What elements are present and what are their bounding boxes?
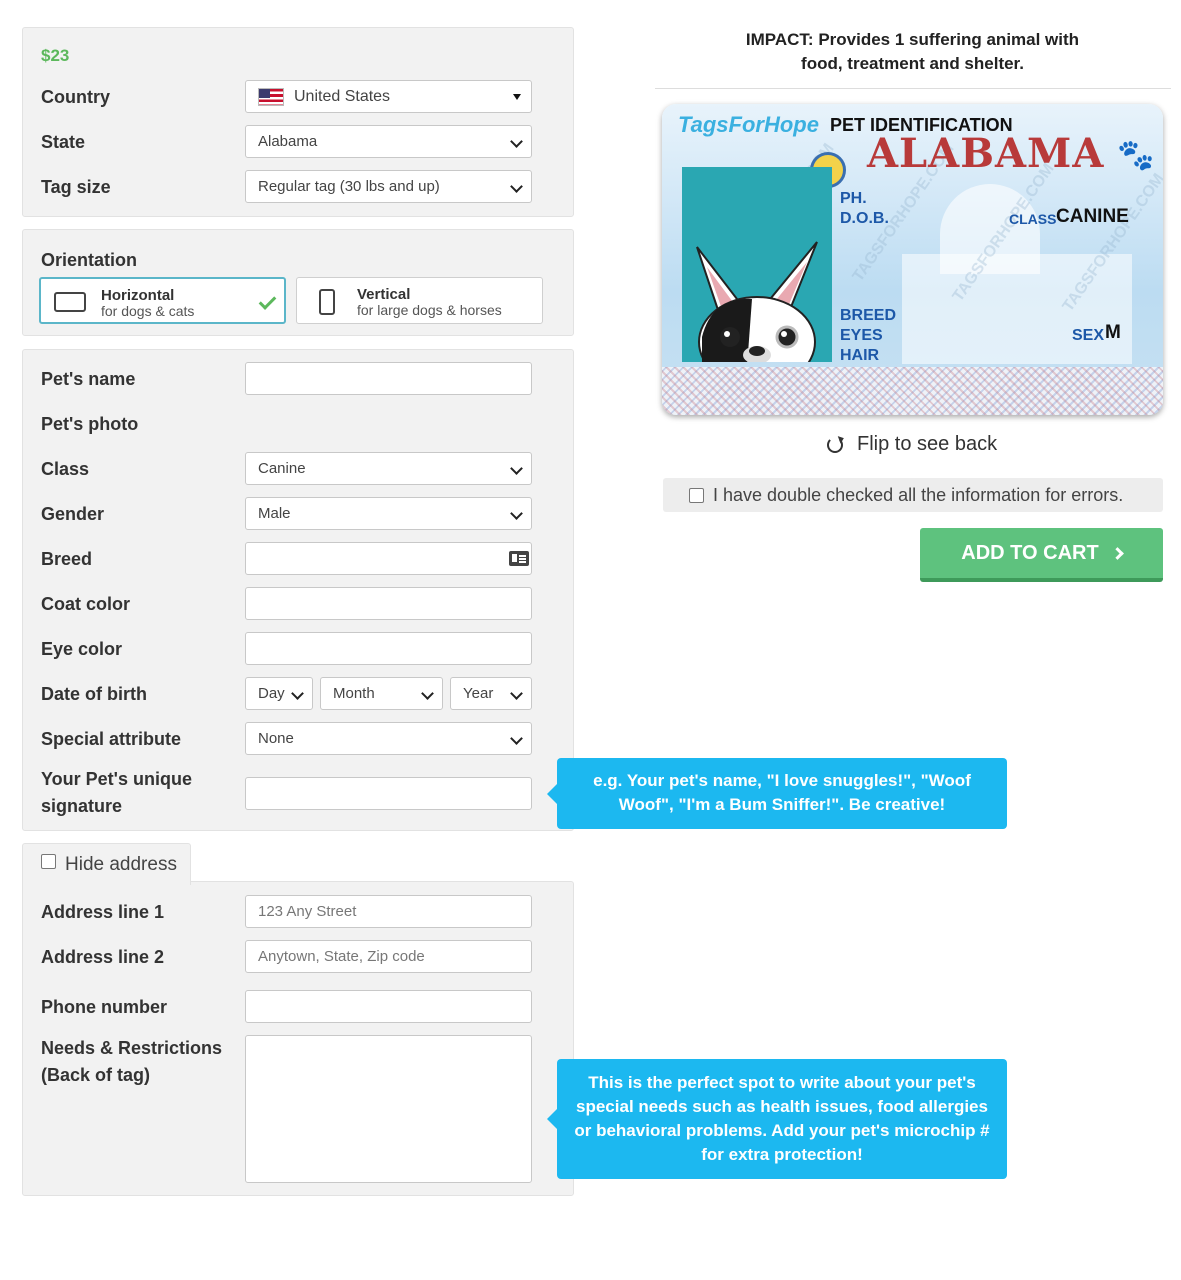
signature-input[interactable] [245, 777, 532, 810]
dob-day-value: Day [258, 685, 285, 702]
orientation-horizontal-subtitle: for dogs & cats [101, 303, 195, 319]
card-field-hair: HAIR [840, 347, 880, 364]
pet-photo-label: Pet's photo [41, 414, 139, 434]
signature-label: Your Pet's unique signature [41, 769, 192, 816]
pet-name-label: Pet's name [41, 369, 136, 389]
dob-label: Date of birth [41, 684, 147, 704]
tag-size-select[interactable]: Regular tag (30 lbs and up) [245, 170, 532, 203]
divider [655, 88, 1171, 89]
breed-label: Breed [41, 549, 93, 569]
add-to-cart-button[interactable]: ADD TO CART [920, 528, 1163, 582]
vertical-tag-icon [319, 289, 335, 315]
coat-color-input[interactable] [245, 587, 532, 620]
pet-details-panel: Pet's name Pet's photo Class Canine Gend… [22, 349, 574, 831]
gender-value: Male [258, 505, 291, 522]
contact-card-icon [509, 551, 529, 566]
phone-label: Phone number [41, 997, 168, 1017]
tag-size-label: Tag size [41, 177, 111, 197]
tag-size-value: Regular tag (30 lbs and up) [258, 178, 440, 195]
needs-textarea[interactable] [245, 1035, 532, 1183]
impact-text: IMPACT: Provides 1 suffering animal with… [745, 30, 1080, 73]
add-to-cart-label: ADD TO CART [961, 541, 1099, 564]
card-sex-value: M [1105, 322, 1121, 343]
orientation-vertical-option[interactable]: Vertical for large dogs & horses [296, 277, 543, 324]
needs-label: Needs & Restrictions (Back of tag) [41, 1038, 223, 1085]
dob-year-select[interactable]: Year [450, 677, 532, 710]
country-select[interactable]: United States [245, 80, 532, 113]
special-attribute-label: Special attribute [41, 729, 182, 749]
hide-address-checkbox[interactable] [41, 854, 56, 869]
price: $23 [41, 46, 70, 65]
dob-month-value: Month [333, 685, 375, 702]
dob-month-select[interactable]: Month [320, 677, 443, 710]
pet-photo [682, 167, 832, 362]
caret-down-icon [513, 94, 521, 100]
country-label: Country [41, 87, 110, 107]
breed-input[interactable] [245, 542, 532, 575]
card-brand: TagsForHope [678, 112, 819, 137]
card-state: ALABAMA [867, 130, 1105, 177]
hide-address-label: Hide address [65, 853, 177, 875]
orientation-vertical-subtitle: for large dogs & horses [357, 302, 502, 318]
card-guilloche-band [662, 367, 1163, 415]
class-value: Canine [258, 460, 306, 477]
address-line1-input[interactable]: 123 Any Street [245, 895, 532, 928]
coat-color-label: Coat color [41, 594, 131, 614]
eye-color-input[interactable] [245, 632, 532, 665]
chevron-right-icon [1110, 546, 1124, 560]
special-attribute-value: None [258, 730, 294, 747]
card-field-sex: SEX [1072, 327, 1105, 344]
gender-label: Gender [41, 504, 105, 524]
card-field-ph: PH. [840, 190, 867, 207]
hide-address-toggle[interactable]: Hide address [22, 843, 191, 885]
address-line2-label: Address line 2 [41, 947, 165, 967]
state-value: Alabama [258, 133, 318, 150]
needs-tooltip: This is the perfect spot to write about … [547, 1059, 1007, 1179]
state-select[interactable]: Alabama [245, 125, 532, 158]
dob-year-value: Year [463, 685, 494, 702]
address-panel: Address line 1 123 Any Street Address li… [22, 881, 574, 1196]
class-label: Class [41, 459, 90, 479]
address-line1-label: Address line 1 [41, 902, 165, 922]
card-field-breed: BREED [840, 307, 897, 324]
basics-panel: $23 Country United States State Alabama … [22, 27, 574, 217]
paw-icon: 🐾 [1117, 139, 1155, 172]
orientation-vertical-title: Vertical [357, 286, 411, 303]
card-class-value: CANINE [1056, 206, 1129, 227]
orientation-horizontal-title: Horizontal [101, 287, 175, 304]
address-line2-input[interactable]: Anytown, State, Zip code [245, 940, 532, 973]
special-attribute-select[interactable]: None [245, 722, 532, 755]
dob-day-select[interactable]: Day [245, 677, 313, 710]
phone-input[interactable] [245, 990, 532, 1023]
orientation-horizontal-option[interactable]: Horizontal for dogs & cats [39, 277, 286, 324]
signature-tooltip: e.g. Your pet's name, "I love snuggles!"… [547, 758, 1007, 829]
pet-id-card-preview: TAGSFORHOPE.COM TAGSFORHOPE.COM TAGSFORH… [662, 104, 1163, 415]
card-field-class: CLASS [1009, 211, 1057, 227]
orientation-label: Orientation [41, 250, 138, 270]
flip-card-button[interactable]: Flip to see back [827, 433, 997, 456]
state-label: State [41, 132, 86, 152]
horizontal-tag-icon [54, 292, 86, 312]
country-value: United States [294, 87, 391, 105]
dog-illustration-icon [696, 241, 818, 362]
address-line2-placeholder: Anytown, State, Zip code [258, 948, 425, 965]
confirm-checkbox-row[interactable]: I have double checked all the informatio… [663, 478, 1163, 512]
address-line1-placeholder: 123 Any Street [258, 903, 357, 920]
pet-name-input[interactable] [245, 362, 532, 395]
confirm-label: I have double checked all the informatio… [713, 484, 1124, 505]
checkmark-icon [258, 292, 277, 310]
rotate-icon [827, 436, 843, 453]
class-select[interactable]: Canine [245, 452, 532, 485]
flip-label: Flip to see back [857, 433, 998, 455]
eye-color-label: Eye color [41, 639, 123, 659]
us-flag-icon [258, 87, 284, 106]
card-field-eyes: EYES [840, 327, 883, 344]
orientation-panel: Orientation Horizontal for dogs & cats V… [22, 229, 574, 336]
confirm-checkbox[interactable] [689, 487, 704, 503]
gender-select[interactable]: Male [245, 497, 532, 530]
card-field-dob: D.O.B. [840, 210, 889, 227]
